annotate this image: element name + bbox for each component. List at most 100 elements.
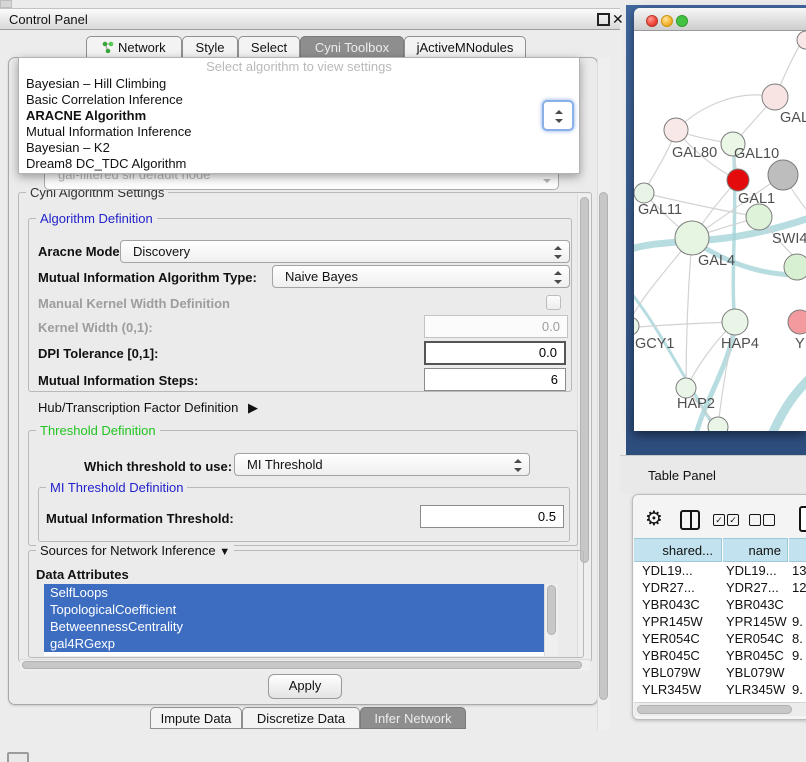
node-hap2[interactable] (676, 378, 696, 398)
columns-icon[interactable] (680, 510, 700, 530)
settings-hscrollbar[interactable] (20, 659, 590, 671)
combo-arrows-icon (554, 246, 562, 259)
focused-combo-fragment[interactable] (542, 100, 574, 131)
cell-name[interactable]: YBL079W (726, 664, 785, 681)
gear-icon[interactable]: ⚙ (645, 506, 663, 531)
cell-extra: 9. (792, 613, 803, 630)
dropdown-item[interactable]: Bayesian – K2 (19, 140, 579, 156)
mi-type-combo[interactable]: Naive Bayes (272, 265, 570, 288)
node-gcy1[interactable] (634, 317, 639, 335)
list-scrollbar[interactable] (544, 584, 558, 656)
mi-threshold-field[interactable]: 0.5 (420, 505, 564, 528)
cell-name[interactable]: YDR27... (726, 579, 779, 596)
list-item[interactable]: TopologicalCoefficient (44, 601, 544, 618)
column-header-partial[interactable] (789, 538, 806, 562)
network-window[interactable]: GAL GAL80 GAL10 GAL11 GAL1 SWI4 GAL4 GCY… (634, 8, 806, 431)
node-red[interactable] (727, 169, 749, 191)
tab-infer-network[interactable]: Infer Network (360, 707, 466, 729)
manual-kernel-checkbox[interactable] (546, 295, 561, 310)
network-canvas[interactable]: GAL GAL80 GAL10 GAL11 GAL1 SWI4 GAL4 GCY… (634, 30, 806, 431)
tab-infer-label: Infer Network (374, 711, 451, 726)
cell-shared[interactable]: YBR045C (642, 647, 700, 664)
tab-impute-data[interactable]: Impute Data (150, 707, 242, 729)
network-window-titlebar[interactable] (634, 8, 806, 31)
cell-shared[interactable]: YPR145W (642, 613, 703, 630)
cell-shared[interactable]: YBL079W (642, 664, 701, 681)
collapse-arrow-icon: ▼ (219, 546, 230, 558)
tab-select[interactable]: Select (238, 36, 300, 58)
node-gal-partial[interactable] (762, 84, 788, 110)
svg-text:GAL11: GAL11 (638, 202, 682, 218)
mi-steps-value: 6 (551, 372, 558, 387)
cell-name[interactable]: YBR045C (726, 647, 784, 664)
dropdown-item[interactable]: Basic Correlation Inference (19, 92, 579, 108)
cell-shared[interactable]: YDR27... (642, 579, 695, 596)
column-header-name[interactable]: name (723, 538, 788, 562)
birdseye-toggle-icon[interactable] (7, 752, 29, 762)
node-y-partial[interactable] (788, 310, 806, 334)
close-icon[interactable]: ✕ (612, 8, 624, 30)
checked-box-icon[interactable]: ✓ (713, 514, 725, 526)
svg-text:Y: Y (795, 336, 805, 352)
dropdown-item[interactable]: Mutual Information Inference (19, 124, 579, 140)
node-swi4[interactable] (784, 254, 806, 280)
column-header-shared[interactable]: shared... (634, 538, 722, 562)
checked-box-icon[interactable]: ✓ (727, 514, 739, 526)
manual-kernel-label: Manual Kernel Width Definition (38, 296, 230, 311)
sources-title[interactable]: Sources for Network Inference ▼ (36, 544, 234, 559)
node-gal1[interactable] (746, 204, 772, 230)
cell-shared[interactable]: YER054C (642, 630, 700, 647)
list-item[interactable]: BetweennessCentrality (44, 618, 544, 635)
tab-jactivemodules[interactable]: jActiveMNodules (404, 36, 526, 58)
cell-name[interactable]: YPR145W (726, 613, 787, 630)
dropdown-item-selected[interactable]: ARACNE Algorithm (19, 108, 579, 124)
tab-style[interactable]: Style (182, 36, 238, 58)
cell-name[interactable]: YER054C (726, 630, 784, 647)
dropdown-item[interactable]: Dream8 DC_TDC Algorithm (19, 156, 579, 172)
dropdown-item[interactable]: Bayesian – Hill Climbing (19, 76, 579, 92)
mi-steps-field[interactable]: 6 (424, 368, 566, 391)
cell-name[interactable]: YLR345W (726, 681, 785, 698)
hub-definition-expander[interactable]: Hub/Transcription Factor Definition ▶ (38, 400, 258, 416)
tab-cyni-label: Cyni Toolbox (315, 40, 389, 55)
float-window-icon[interactable] (597, 13, 610, 26)
mi-type-label: Mutual Information Algorithm Type: (38, 270, 257, 285)
unchecked-box-icon[interactable] (763, 514, 775, 526)
list-item[interactable]: gal4RGexp (44, 635, 544, 652)
tab-network-label: Network (118, 40, 166, 55)
node-partial-top[interactable] (797, 31, 806, 49)
node-hap4[interactable] (722, 309, 748, 335)
tab-cyni-toolbox[interactable]: Cyni Toolbox (300, 36, 404, 58)
apply-button[interactable]: Apply (268, 674, 342, 699)
table-mode-icon[interactable] (799, 506, 806, 532)
algorithm-definition-title: Algorithm Definition (36, 212, 157, 225)
table-hscrollbar[interactable] (634, 702, 806, 716)
kernel-width-field[interactable]: 0.0 (424, 315, 568, 338)
node-gal11[interactable] (634, 183, 654, 203)
panel-scrollbar[interactable] (597, 58, 610, 730)
tab-discretize-data[interactable]: Discretize Data (242, 707, 360, 729)
node-gal80[interactable] (664, 118, 688, 142)
zoom-traffic-light-icon[interactable] (676, 15, 688, 27)
column-header-shared-label: shared... (662, 543, 713, 558)
table-row[interactable] (634, 562, 806, 579)
unchecked-box-icon[interactable] (749, 514, 761, 526)
cell-shared[interactable]: YBR043C (642, 596, 700, 613)
tab-network[interactable]: Network (86, 36, 182, 58)
node-gray[interactable] (768, 160, 798, 190)
node-gal4[interactable] (675, 221, 709, 255)
minimize-traffic-light-icon[interactable] (661, 15, 673, 27)
aracne-mode-combo[interactable]: Discovery (120, 240, 570, 263)
node-table: shared... name YDL19...YDL19...13 YDR27.… (634, 538, 806, 715)
dpi-tolerance-field[interactable]: 0.0 (424, 341, 566, 365)
close-traffic-light-icon[interactable] (646, 15, 658, 27)
tab-impute-label: Impute Data (161, 711, 232, 726)
cell-name[interactable]: YBR043C (726, 596, 784, 613)
kernel-width-value: 0.0 (542, 319, 560, 334)
cell-shared[interactable]: YLR345W (642, 681, 701, 698)
aracne-mode-value: Discovery (133, 244, 190, 259)
sources-title-label: Sources for Network Inference (40, 543, 216, 558)
list-item[interactable]: SelfLoops (44, 584, 544, 601)
combo-arrows-icon (554, 271, 562, 284)
which-threshold-combo[interactable]: MI Threshold (234, 453, 530, 476)
